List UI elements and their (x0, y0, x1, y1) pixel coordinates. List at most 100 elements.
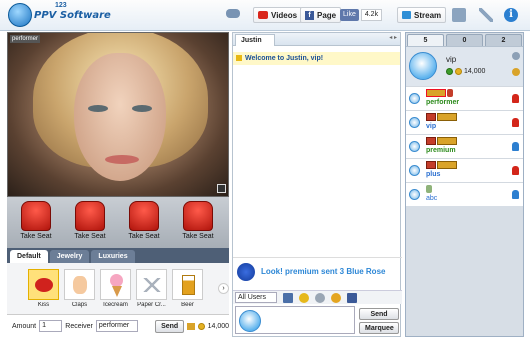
user-name: plus (426, 171, 441, 178)
info-icon[interactable]: i (504, 8, 518, 22)
badge-icon (426, 161, 436, 169)
logo-number: 123 (55, 2, 67, 9)
welcome-message: Welcome to Justin, vip! (233, 52, 400, 65)
badge-icon (426, 137, 436, 145)
paper-crane-icon (143, 278, 161, 292)
seat-chair-icon (21, 201, 51, 231)
videos-button[interactable]: Videos (253, 7, 303, 23)
stream-icon (402, 11, 411, 19)
fullscreen-icon[interactable] (217, 184, 226, 193)
tab-default[interactable]: Default (10, 250, 48, 263)
chat-tab-justin[interactable]: Justin (235, 34, 275, 46)
seat-4[interactable]: Take Seat (179, 201, 217, 240)
chat-toolbar: All Users (233, 290, 402, 304)
emoji-icon[interactable] (331, 292, 342, 303)
send-gift-button[interactable]: Send (155, 319, 185, 333)
kiss-icon (35, 278, 53, 292)
chat-nav-arrows[interactable]: ◂ ▸ (389, 34, 397, 41)
tab-jewelry[interactable]: Jewelry (49, 250, 90, 263)
gift-list: Kiss Claps Icecream Paper Cr... Beer › (7, 263, 229, 315)
gift-paper-crane[interactable]: Paper Cr... (135, 269, 168, 308)
avatar (239, 310, 261, 332)
tab-luxuries[interactable]: Luxuries (91, 250, 135, 263)
stream-button[interactable]: Stream (397, 7, 447, 23)
recipient-select[interactable]: All Users (235, 292, 278, 303)
gift-send-form: Amount 1 Receiver performer Send 14,000 (7, 316, 229, 336)
video-label: performer (10, 35, 41, 43)
cart-icon[interactable] (187, 322, 195, 330)
text-format-icon[interactable] (283, 292, 294, 303)
facebook-icon: f (305, 10, 314, 20)
page-button[interactable]: f Page (300, 7, 342, 23)
youtube-icon (258, 11, 268, 19)
user-row-premium[interactable]: premium (406, 134, 523, 158)
logo-text: PPV Software (34, 10, 111, 21)
amount-label: Amount (12, 322, 37, 330)
user-status-icon (512, 118, 519, 127)
amount-input[interactable]: 1 (39, 320, 63, 332)
user-status-icon (512, 190, 519, 199)
seat-chair-icon (183, 201, 213, 231)
receiver-label: Receiver (65, 322, 93, 330)
seat-2[interactable]: Take Seat (71, 201, 109, 240)
gift-notice: Look! premium sent 3 Blue Rose (233, 257, 402, 285)
emoticon-icon[interactable] (299, 292, 310, 303)
settings-icon[interactable] (512, 52, 520, 60)
tab-guests[interactable]: 0 (446, 34, 483, 46)
avatar (409, 141, 420, 152)
wrench-icon[interactable] (479, 8, 493, 22)
gift-claps[interactable]: Claps (63, 269, 96, 308)
users-panel: 5 0 2 vip 14,000 performer vip premium p… (405, 32, 524, 337)
user-row-vip[interactable]: vip (406, 110, 523, 134)
avatar (409, 165, 420, 176)
tab-users[interactable]: 5 (407, 34, 444, 46)
receiver-input[interactable]: performer (95, 320, 139, 332)
person-icon (447, 89, 453, 97)
send-button[interactable]: Send (359, 308, 399, 320)
blue-rose-icon (237, 262, 255, 281)
top-toolbar: PPV Software 123 Videos f Page Like 4.2k… (0, 0, 530, 31)
current-user-coins: 14,000 (464, 68, 486, 75)
avatar (409, 93, 420, 104)
gift-icecream[interactable]: Icecream (99, 269, 132, 308)
claps-icon (73, 276, 87, 294)
user-name: performer (426, 99, 460, 106)
seat-1[interactable]: Take Seat (17, 201, 55, 240)
logo-icon (8, 3, 32, 27)
video-player[interactable]: performer (7, 32, 229, 197)
facebook-share-icon[interactable] (347, 292, 358, 303)
gamepad-icon[interactable] (226, 9, 240, 18)
user-row-plus[interactable]: plus (406, 158, 523, 182)
current-user-name: vip (446, 55, 457, 64)
rank-badge-icon (437, 113, 457, 121)
chat-input[interactable] (235, 306, 355, 334)
badge-icon (426, 113, 436, 121)
like-widget[interactable]: Like 4.2k (340, 9, 383, 21)
chat-panel: Justin ◂ ▸ Welcome to Justin, vip! Look!… (232, 32, 402, 337)
rank-badge-icon (437, 137, 457, 145)
trash-icon[interactable] (452, 8, 466, 22)
tab-messages[interactable]: 2 (485, 34, 522, 46)
user-status-icon (512, 166, 519, 175)
bubble-icon[interactable] (315, 292, 326, 303)
gift-next-arrow[interactable]: › (218, 283, 229, 294)
coin-icon (455, 68, 462, 75)
beer-icon (182, 275, 195, 295)
seat-chair-icon (129, 201, 159, 231)
like-button[interactable]: Like (340, 9, 359, 21)
status-icon (446, 68, 453, 75)
seat-3[interactable]: Take Seat (125, 201, 163, 240)
gift-beer[interactable]: Beer (171, 269, 204, 308)
dollar-icon[interactable] (512, 68, 520, 76)
gift-kiss[interactable]: Kiss (27, 269, 60, 308)
user-row-performer[interactable]: performer (406, 86, 523, 110)
seat-chair-icon (75, 201, 105, 231)
user-name: premium (426, 147, 456, 154)
user-name: abc (426, 195, 438, 202)
avatar (409, 52, 437, 80)
person-icon (426, 185, 432, 193)
coin-balance: 14,000 (207, 322, 230, 330)
user-status-icon (512, 142, 519, 151)
marquee-button[interactable]: Marquee (359, 322, 399, 334)
user-row-abc[interactable]: abc (406, 182, 523, 206)
